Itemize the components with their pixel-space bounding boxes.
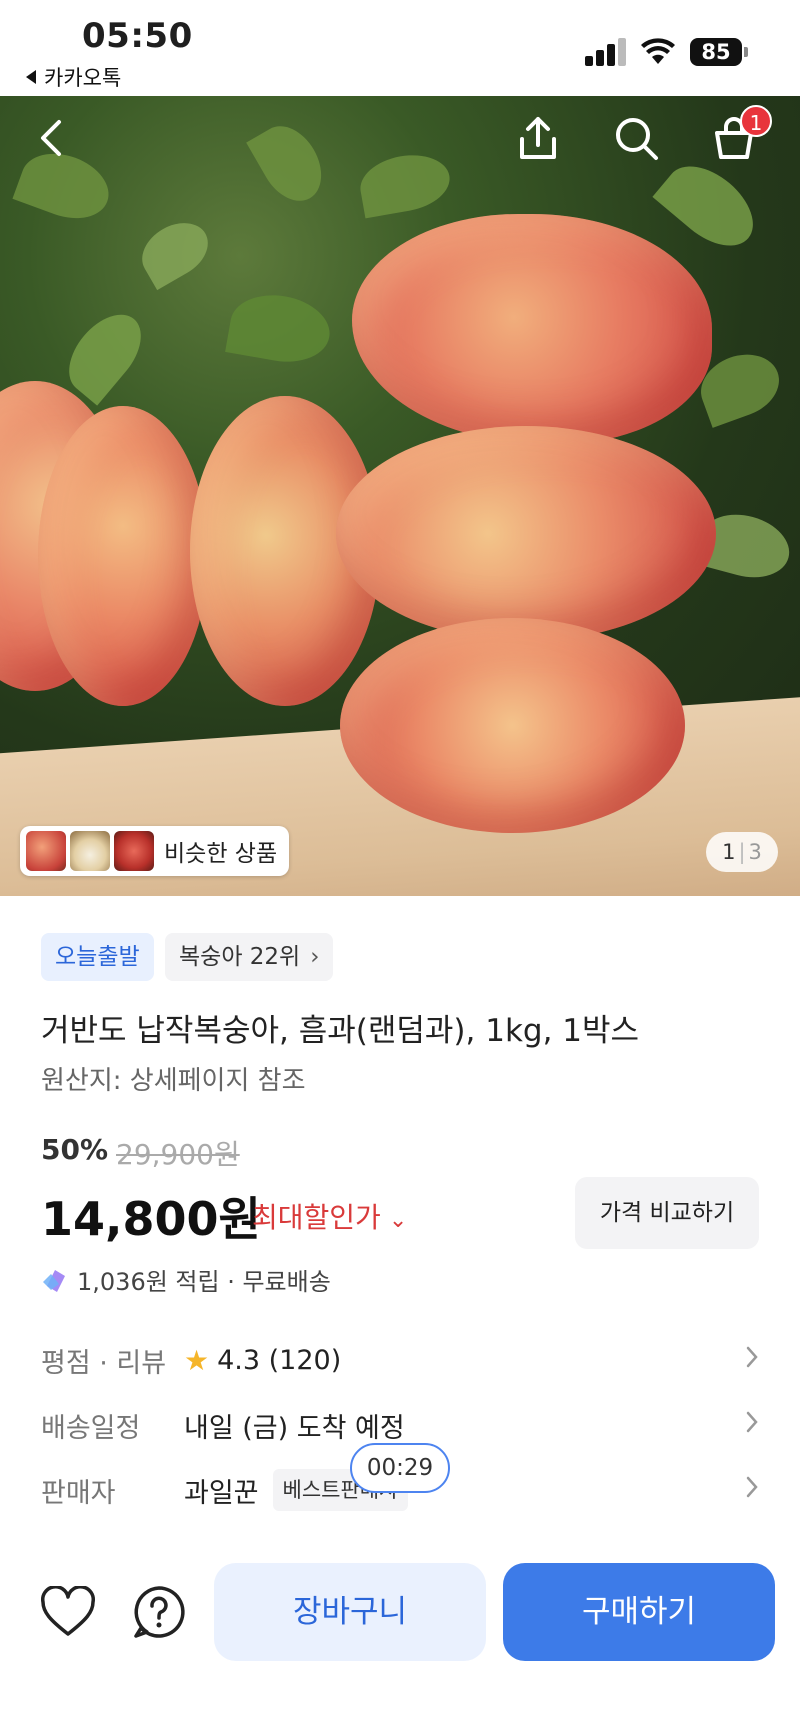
chevron-down-icon: ⌄ [388, 1208, 408, 1233]
wifi-icon [641, 38, 675, 64]
status-bar: 05:50 카카오톡 85 [0, 0, 800, 96]
similar-thumb-2 [70, 831, 110, 871]
countdown-timer: 00:29 [350, 1443, 450, 1493]
question-icon [134, 1586, 185, 1638]
page-total: 3 [748, 840, 762, 864]
rating-value: 4.3 (120) [217, 1344, 342, 1376]
peach-stack-middle [336, 426, 716, 641]
cart-count-badge: 1 [740, 105, 772, 137]
product-title: 거반도 납작복숭아, 흠과(랜덤과), 1kg, 1박스 [41, 1013, 640, 1049]
product-origin: 원산지: 상세페이지 참조 [41, 1066, 306, 1096]
today-shipping-badge: 오늘출발 [41, 933, 154, 981]
peach-stack-bottom [340, 618, 685, 833]
back-icon [41, 120, 61, 156]
similar-thumb-1 [26, 831, 66, 871]
similar-products-label: 비슷한 상품 [164, 841, 278, 867]
original-price: 29,900원 [116, 1138, 240, 1171]
share-button[interactable] [508, 108, 568, 168]
cellular-signal-icon [585, 38, 627, 66]
delivery-label: 배송일정 [41, 1412, 141, 1444]
star-icon: ★ [184, 1343, 210, 1377]
page-current: 1 [722, 840, 736, 864]
battery-indicator: 85 [690, 38, 742, 66]
similar-products-button[interactable]: 비슷한 상품 [20, 826, 290, 876]
max-discount-toggle[interactable]: 최대할인가 ⌄ [252, 1196, 407, 1236]
rating-label: 평점 · 리뷰 [41, 1347, 167, 1379]
share-icon [520, 117, 556, 159]
points-icon [43, 1269, 65, 1292]
rank-label: 복숭아 22위 [179, 944, 301, 970]
delivery-value: 내일 (금) 도착 예정 [184, 1412, 405, 1444]
heart-icon [41, 1586, 95, 1636]
status-time: 05:50 [82, 16, 193, 56]
peach-stack-top [352, 214, 712, 444]
image-page-indicator: 1 | 3 [706, 832, 778, 872]
search-icon [616, 118, 658, 160]
search-button[interactable] [606, 108, 666, 168]
seller-name: 과일꾼 [184, 1477, 259, 1509]
rating-review-row[interactable]: 평점 · 리뷰 ★ 4.3 (120) [41, 1335, 759, 1385]
price-compare-button[interactable]: 가격 비교하기 [575, 1177, 759, 1249]
points-shipping-info: 1,036원 적립 · 무료배송 [41, 1262, 331, 1297]
buy-now-button[interactable]: 구매하기 [503, 1563, 775, 1661]
back-app-label: 카카오톡 [44, 66, 122, 90]
back-button[interactable] [22, 108, 82, 168]
inquiry-button[interactable] [124, 1577, 194, 1647]
chevron-right-icon [746, 1346, 758, 1368]
points-text: 1,036원 적립 · 무료배송 [77, 1268, 331, 1296]
seller-label: 판매자 [41, 1477, 116, 1509]
category-rank-chip[interactable]: 복숭아 22위 › [165, 933, 334, 981]
chevron-right-icon [746, 1411, 758, 1433]
peach-left [38, 406, 208, 706]
max-discount-label: 최대할인가 [252, 1201, 381, 1234]
wishlist-button[interactable] [33, 1577, 103, 1647]
add-to-cart-button[interactable]: 장바구니 [214, 1563, 486, 1661]
discount-rate: 50% [41, 1133, 109, 1166]
chevron-right-icon [746, 1476, 758, 1498]
sale-price: 14,800원 [41, 1192, 261, 1246]
battery-nub [744, 47, 748, 57]
product-image[interactable] [0, 96, 800, 896]
back-triangle-icon [26, 70, 36, 84]
similar-thumb-3 [114, 831, 154, 871]
back-to-app-link[interactable]: 카카오톡 [26, 62, 121, 92]
chevron-right-icon: › [310, 944, 320, 970]
